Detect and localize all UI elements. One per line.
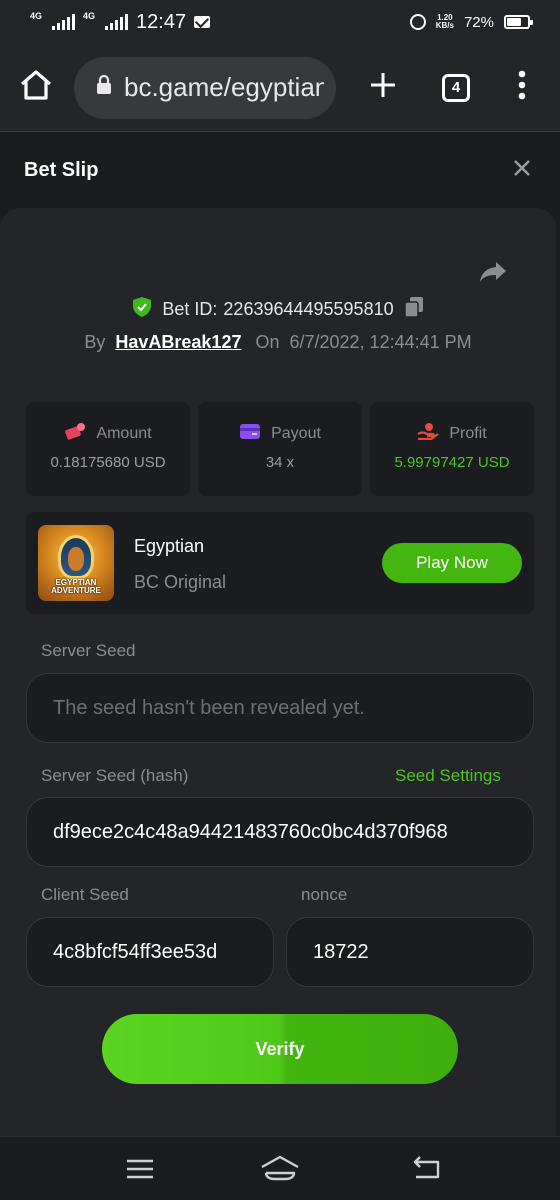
bet-id-label: Bet ID:: [162, 299, 218, 319]
server-seed-hash-label: Server Seed (hash): [41, 766, 189, 785]
wallet-icon: [239, 422, 261, 445]
game-thumbnail-caption: EGYPTIAN ADVENTURE: [51, 578, 101, 595]
by-label: By: [84, 332, 106, 352]
signal-icon-2: [105, 14, 129, 30]
battery-icon: [504, 15, 533, 29]
client-seed-label: Client Seed: [41, 885, 129, 904]
recents-menu-icon[interactable]: [126, 1153, 154, 1188]
amount-label: Amount: [96, 424, 152, 442]
network-type-1: 4G: [30, 11, 43, 21]
play-now-button[interactable]: Play Now: [382, 543, 522, 583]
lock-icon: [96, 74, 112, 100]
payout-label: Payout: [271, 424, 321, 442]
system-navigation-bar: [0, 1136, 560, 1200]
server-seed-hash-field[interactable]: df9ece2c4c48a94421483760c0bc4d370f968: [26, 797, 534, 867]
client-seed-field[interactable]: 4c8bfcf54ff3ee53d: [26, 917, 274, 987]
game-card: EGYPTIAN ADVENTURE Egyptian BC Original …: [26, 512, 534, 614]
address-bar[interactable]: bc.game/egyptian: [74, 56, 336, 119]
server-seed-label: Server Seed: [41, 641, 136, 660]
bet-slip-title: Bet Slip: [24, 158, 99, 181]
payout-value: 34 x: [265, 454, 295, 471]
verify-button[interactable]: Verify: [102, 1014, 458, 1084]
home-icon[interactable]: [18, 67, 54, 108]
bet-author-row: By HavABreak127 On 6/7/2022, 12:44:41 PM: [0, 332, 556, 353]
bet-datetime: 6/7/2022, 12:44:41 PM: [289, 332, 472, 352]
new-tab-icon[interactable]: [368, 70, 398, 105]
bet-details-panel: Bet ID: 22639644495595810 By HavABreak12…: [0, 208, 556, 1136]
pharaoh-face: [68, 547, 84, 571]
seed-settings-link[interactable]: Seed Settings: [395, 766, 501, 786]
profit-value: 5.99797427 USD: [394, 454, 510, 471]
network-type-2: 4G: [83, 11, 96, 21]
nonce-field[interactable]: 18722: [286, 917, 534, 987]
payout-card: Payout 34 x: [198, 402, 362, 496]
battery-percent: 72%: [463, 13, 494, 31]
signal-icon: [52, 14, 76, 30]
tab-switcher-button[interactable]: 4: [442, 73, 470, 102]
close-icon[interactable]: [512, 158, 532, 183]
clock-time: 12:47: [136, 10, 187, 33]
more-options-icon[interactable]: [518, 70, 526, 105]
network-speed: 1.20 KB/s: [435, 13, 454, 30]
back-button-icon[interactable]: [412, 1153, 442, 1188]
game-name: Egyptian: [134, 536, 205, 556]
status-bar: 4G 4G 12:47 1.20 KB/s 72%: [0, 0, 560, 44]
game-thumbnail[interactable]: EGYPTIAN ADVENTURE: [38, 525, 114, 601]
amount-value: 0.18175680 USD: [50, 454, 166, 471]
amount-icon: [64, 422, 86, 445]
on-label: On: [255, 332, 280, 352]
browser-toolbar: bc.game/egyptian 4: [0, 44, 560, 132]
verified-shield-icon: [132, 296, 152, 323]
game-provider: BC Original: [134, 572, 227, 592]
amount-card: Amount 0.18175680 USD: [26, 402, 190, 496]
url-text: bc.game/egyptian: [124, 72, 324, 102]
username-link[interactable]: HavABreak127: [115, 332, 241, 353]
server-seed-field[interactable]: The seed hasn't been revealed yet.: [26, 673, 534, 743]
alarm-icon: [409, 14, 426, 30]
bet-id-value: 22639644495595810: [223, 299, 394, 319]
mail-icon: [194, 16, 211, 28]
profit-card: Profit 5.99797427 USD: [370, 402, 534, 496]
copy-icon[interactable]: [403, 296, 424, 323]
home-button-icon[interactable]: [260, 1153, 300, 1188]
share-icon[interactable]: [478, 260, 508, 289]
profit-label: Profit: [449, 424, 487, 442]
bet-slip-header: Bet Slip: [0, 132, 560, 208]
bet-id-row: Bet ID: 22639644495595810: [0, 296, 556, 323]
nonce-label: nonce: [301, 885, 348, 904]
profit-icon: [417, 422, 439, 445]
